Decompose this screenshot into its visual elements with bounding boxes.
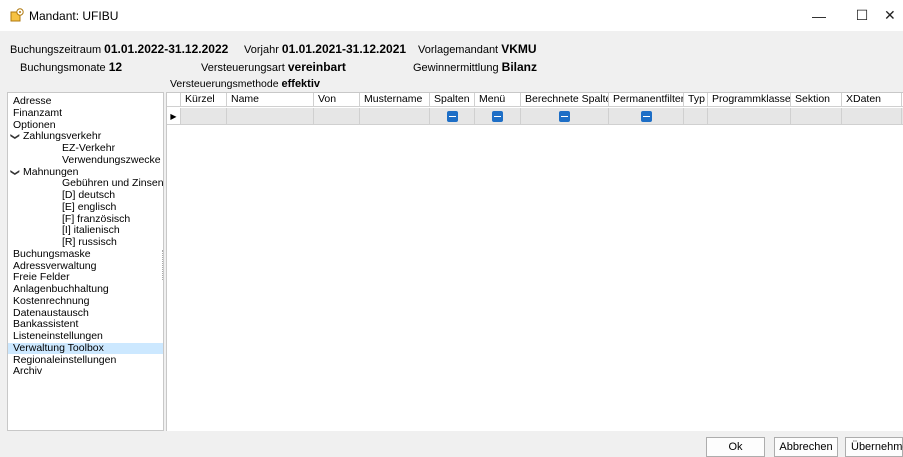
- buchungsmonate-info: Buchungsmonate 12: [20, 60, 122, 74]
- versteuerungsmethode-value: effektiv: [281, 78, 321, 90]
- cell-name[interactable]: [227, 108, 314, 124]
- cell-sektion[interactable]: [791, 108, 842, 124]
- close-button[interactable]: ✕: [880, 0, 903, 31]
- navigation-tree[interactable]: Adresse Finanzamt Optionen ❯ Zahlungsverkehr…: [7, 92, 164, 431]
- sidebar-item-label: [I] italienisch: [62, 224, 120, 237]
- apply-button[interactable]: Übernehmen: [845, 437, 903, 457]
- sidebar-item-label: Bankassistent: [13, 318, 79, 331]
- cell-menü[interactable]: [475, 108, 521, 124]
- vorlagemandant-info: Vorlagemandant VKMU: [418, 42, 537, 56]
- minimize-button[interactable]: —: [796, 0, 842, 31]
- sidebar-item-label: Gebühren und Zinsen: [62, 177, 164, 190]
- vorlagemandant-label: Vorlagemandant: [418, 44, 499, 56]
- column-header-berechnete-spalten[interactable]: Berechnete Spalten: [521, 93, 609, 107]
- cell-kürzel[interactable]: [181, 108, 227, 124]
- sidebar-item-label: Optionen: [13, 118, 56, 131]
- cell-spalten[interactable]: [430, 108, 475, 124]
- chevron-down-icon[interactable]: ❯: [9, 168, 20, 176]
- versteuerungsmethode-label: Versteuerungsmethode: [170, 78, 279, 90]
- versteuerungsart-label: Versteuerungsart: [201, 62, 285, 74]
- sidebar-item-label: Verwaltung Toolbox: [13, 341, 104, 354]
- checkbox-indeterminate-icon[interactable]: [640, 110, 652, 122]
- splitter-handle[interactable]: [162, 250, 164, 280]
- toolbox-grid[interactable]: Kürzel Name Von Mustername Spalten Menü Berech…: [166, 92, 903, 431]
- buchungszeitraum-value: 01.01.2022-31.12.2022: [104, 42, 229, 56]
- checkbox-indeterminate-icon[interactable]: [446, 110, 458, 122]
- column-header-mustername[interactable]: Mustername: [360, 93, 430, 107]
- column-header-name[interactable]: Name: [227, 93, 314, 107]
- vorlagemandant-value: VKMU: [501, 42, 537, 56]
- cancel-button[interactable]: Abbrechen: [774, 437, 838, 457]
- cell-berechnete-spalten[interactable]: [521, 108, 609, 124]
- column-header-typ[interactable]: Typ: [684, 93, 708, 107]
- checkbox-indeterminate-icon[interactable]: [492, 110, 503, 122]
- maximize-button[interactable]: ☐: [839, 0, 885, 31]
- cell-typ[interactable]: [684, 108, 708, 124]
- buchungsmonate-label: Buchungsmonate: [20, 62, 106, 74]
- grid-header-corner: [167, 93, 181, 107]
- cell-von[interactable]: [314, 108, 360, 124]
- sidebar-item-label: Zahlungsverkehr: [23, 130, 102, 143]
- sidebar-item-label: Listeneinstellungen: [13, 330, 103, 342]
- versteuerungsart-value: vereinbart: [287, 60, 346, 74]
- vorjahr-label: Vorjahr: [244, 44, 279, 56]
- sidebar-item-label: Buchungsmaske: [13, 247, 91, 260]
- cell-mustername[interactable]: [360, 108, 430, 124]
- column-header-von[interactable]: Von: [314, 93, 360, 107]
- chevron-down-icon[interactable]: ❯: [9, 133, 20, 141]
- sidebar-item-label: Kostenrechnung: [13, 294, 90, 307]
- column-header-xdaten[interactable]: XDaten: [842, 93, 902, 107]
- sidebar-item-label: [F] französisch: [62, 212, 131, 225]
- buchungszeitraum-label: Buchungszeitraum: [10, 44, 102, 56]
- column-header-kürzel[interactable]: Kürzel: [181, 93, 227, 107]
- sidebar-item-label: Freie Felder: [13, 271, 70, 284]
- buchungsmonate-value: 12: [108, 60, 123, 74]
- versteuerungsmethode-info: Versteuerungsmethode effektiv: [170, 78, 320, 90]
- ok-button[interactable]: Ok: [706, 437, 765, 457]
- sidebar-item-label: Mahnungen: [23, 165, 79, 178]
- title-bar: Mandant: UFIBU — ☐ ✕: [0, 0, 903, 31]
- vorjahr-info: Vorjahr 01.01.2021-31.12.2021: [244, 42, 406, 56]
- sidebar-item-label: Regionaleinstellungen: [13, 353, 117, 366]
- sidebar-item-label: Adresse: [13, 95, 52, 107]
- sidebar-item-label: Anlagenbuchhaltung: [13, 283, 109, 295]
- gewinnermittlung-value: Bilanz: [501, 60, 537, 74]
- column-header-sektion[interactable]: Sektion: [791, 93, 842, 107]
- sidebar-item-label: Adressverwaltung: [13, 259, 97, 272]
- column-header-spalten[interactable]: Spalten: [430, 93, 475, 107]
- cell-xdaten[interactable]: [842, 108, 902, 124]
- sidebar-item-label: EZ-Verkehr: [62, 142, 116, 154]
- new-row[interactable]: ▶: [167, 108, 903, 125]
- gewinnermittlung-info: Gewinnermittlung Bilanz: [413, 60, 537, 74]
- column-header-permanentfilter[interactable]: Permanentfilter: [609, 93, 684, 107]
- app-icon: [10, 8, 24, 22]
- sidebar-item-label: Finanzamt: [13, 106, 63, 119]
- sidebar-item-label: [R] russisch: [62, 236, 117, 248]
- sidebar-item-archiv[interactable]: Archiv: [8, 366, 163, 378]
- buchungszeitraum-info: Buchungszeitraum 01.01.2022-31.12.2022: [10, 42, 228, 56]
- sidebar-item-label: [D] deutsch: [62, 189, 116, 201]
- sidebar-item-label: [E] englisch: [62, 200, 117, 213]
- grid-header: Kürzel Name Von Mustername Spalten Menü Berech…: [167, 93, 903, 107]
- sidebar-item-label: Verwendungszwecke: [62, 153, 161, 166]
- cell-permanentfilter[interactable]: [609, 108, 684, 124]
- gewinnermittlung-label: Gewinnermittlung: [413, 62, 499, 74]
- row-indicator-icon: ▶: [167, 108, 181, 124]
- column-header-menü[interactable]: Menü: [475, 93, 521, 107]
- checkbox-indeterminate-icon[interactable]: [559, 110, 570, 122]
- column-header-programmklasse[interactable]: Programmklasse: [708, 93, 791, 107]
- sidebar-item-label: Archiv: [13, 365, 43, 378]
- cell-programmklasse[interactable]: [708, 108, 791, 124]
- window-title: Mandant: UFIBU: [29, 9, 119, 23]
- versteuerungsart-info: Versteuerungsart vereinbart: [201, 60, 346, 74]
- sidebar-item-label: Datenaustausch: [13, 306, 89, 319]
- vorjahr-value: 01.01.2021-31.12.2021: [281, 42, 407, 56]
